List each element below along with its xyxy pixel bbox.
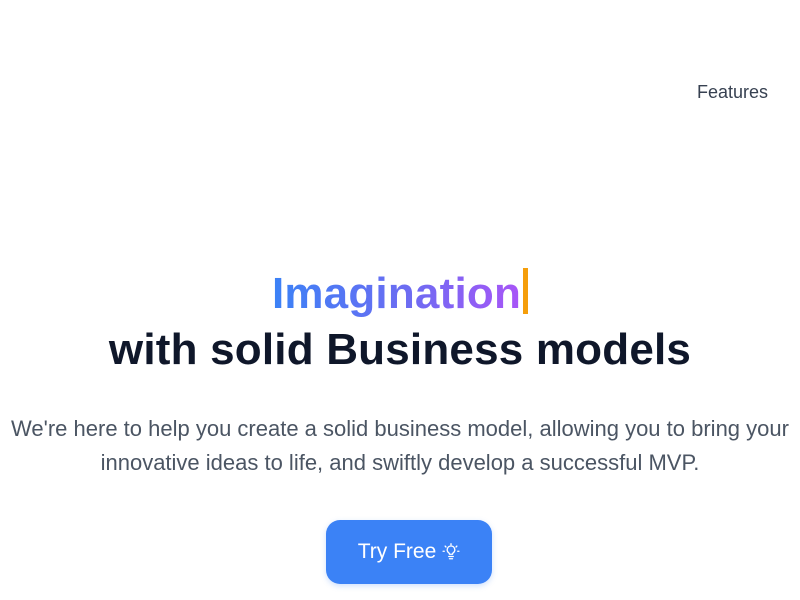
- typing-caret: [523, 268, 529, 314]
- hero-headline: Imagination with solid Business models: [0, 266, 800, 378]
- hero-headline-rest: with solid Business models: [108, 325, 692, 374]
- try-free-label: Try Free: [357, 540, 437, 563]
- lightbulb-icon: [442, 543, 460, 561]
- landing-page: Features Imagination with solid Business…: [0, 0, 800, 600]
- hero-section: Imagination with solid Business models: [0, 266, 800, 378]
- try-free-button[interactable]: Try Free: [326, 520, 492, 584]
- hero-highlight-word: Imagination: [271, 269, 522, 318]
- nav-features-link[interactable]: Features: [697, 80, 768, 104]
- hero-subtitle: We're here to help you create a solid bu…: [11, 416, 789, 475]
